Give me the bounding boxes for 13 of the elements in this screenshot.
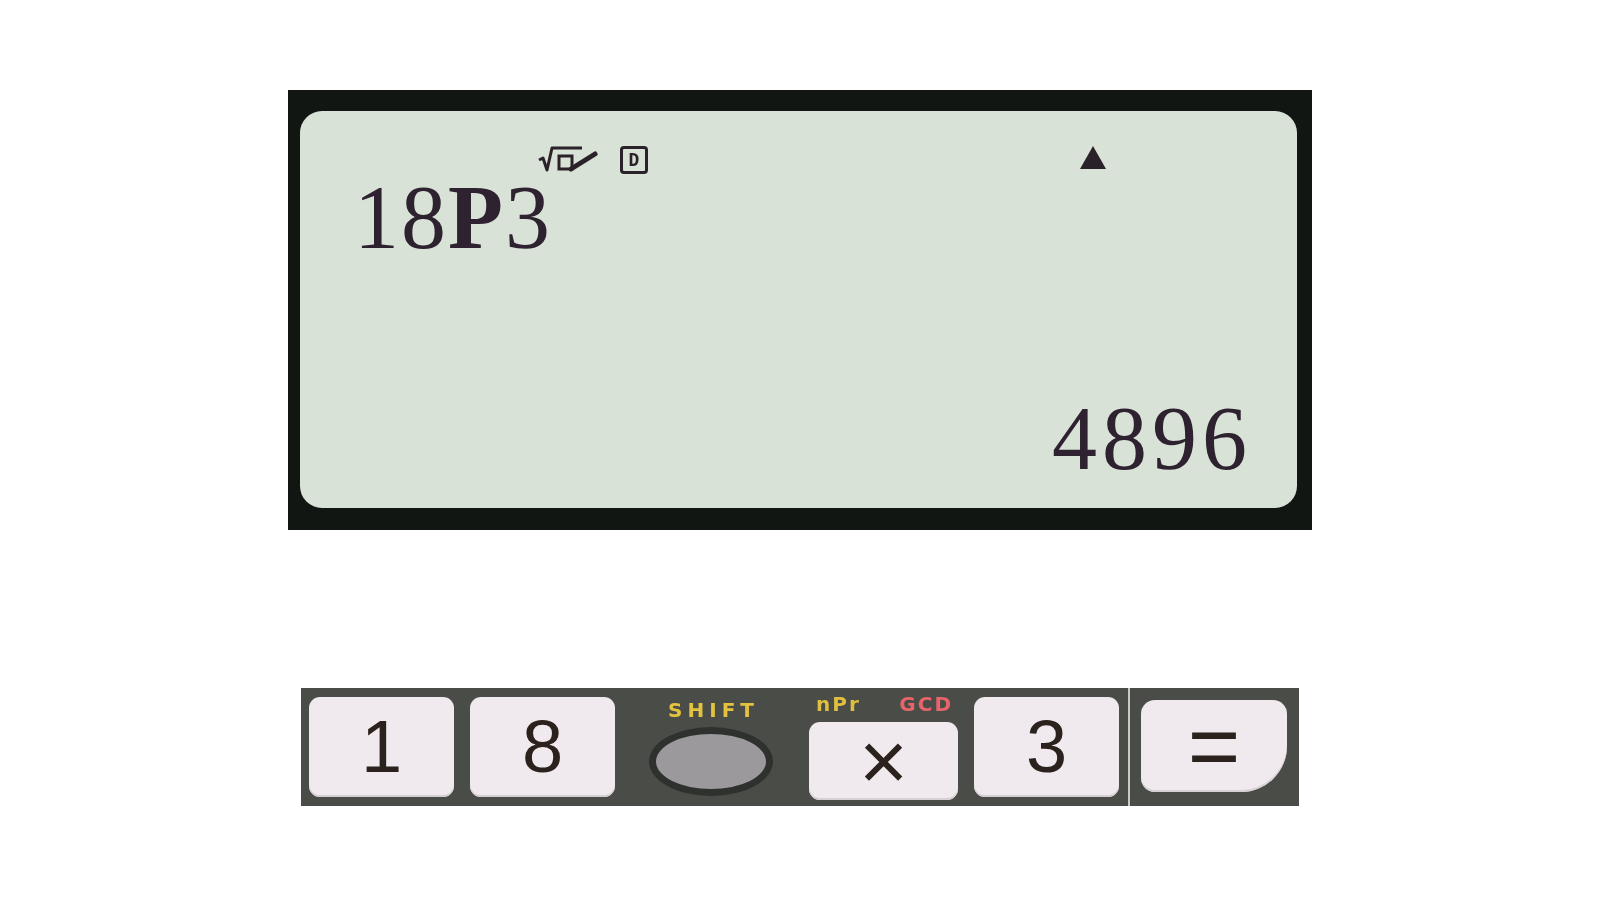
- input-expression: 18P3: [353, 173, 552, 263]
- equals-key[interactable]: =: [1141, 700, 1287, 792]
- shift-function-label: nPr: [816, 695, 861, 713]
- alpha-function-label: GCD: [899, 695, 953, 713]
- multiply-key[interactable]: ×: [809, 722, 958, 800]
- result-value: 4896: [1052, 394, 1252, 484]
- mode-indicator: D: [620, 146, 648, 174]
- shift-label: SHIFT: [667, 701, 759, 719]
- math-mode-icon: [538, 146, 598, 172]
- digit-key[interactable]: 1: [309, 697, 454, 797]
- digit-key[interactable]: 8: [470, 697, 615, 797]
- up-triangle-icon: [1080, 146, 1106, 169]
- digit-key[interactable]: 3: [974, 697, 1119, 797]
